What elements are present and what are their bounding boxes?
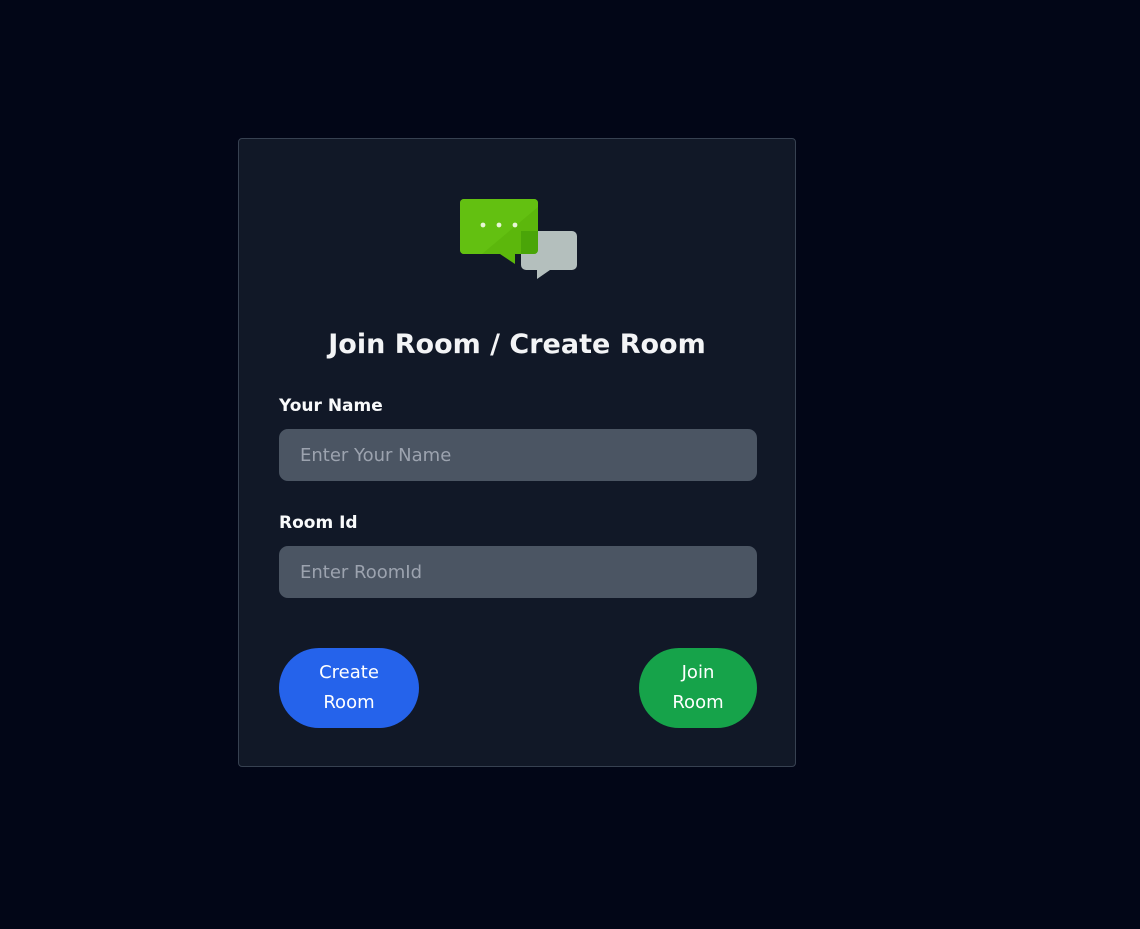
- create-room-label-line2: Room: [323, 692, 375, 713]
- join-room-button[interactable]: Join Room: [639, 648, 757, 728]
- join-create-card: Join Room / Create Room Your Name Room I…: [238, 138, 796, 767]
- room-id-input[interactable]: [279, 546, 757, 598]
- join-room-label-line2: Room: [672, 692, 724, 713]
- page-title: Join Room / Create Room: [328, 329, 706, 360]
- join-room-label-line1: Join: [681, 662, 715, 683]
- name-input[interactable]: [279, 429, 757, 481]
- name-label: Your Name: [279, 396, 383, 416]
- chat-bubbles-icon: [460, 199, 577, 279]
- room-id-label: Room Id: [279, 513, 358, 533]
- create-room-label-line1: Create: [319, 662, 379, 683]
- create-room-button[interactable]: Create Room: [279, 648, 419, 728]
